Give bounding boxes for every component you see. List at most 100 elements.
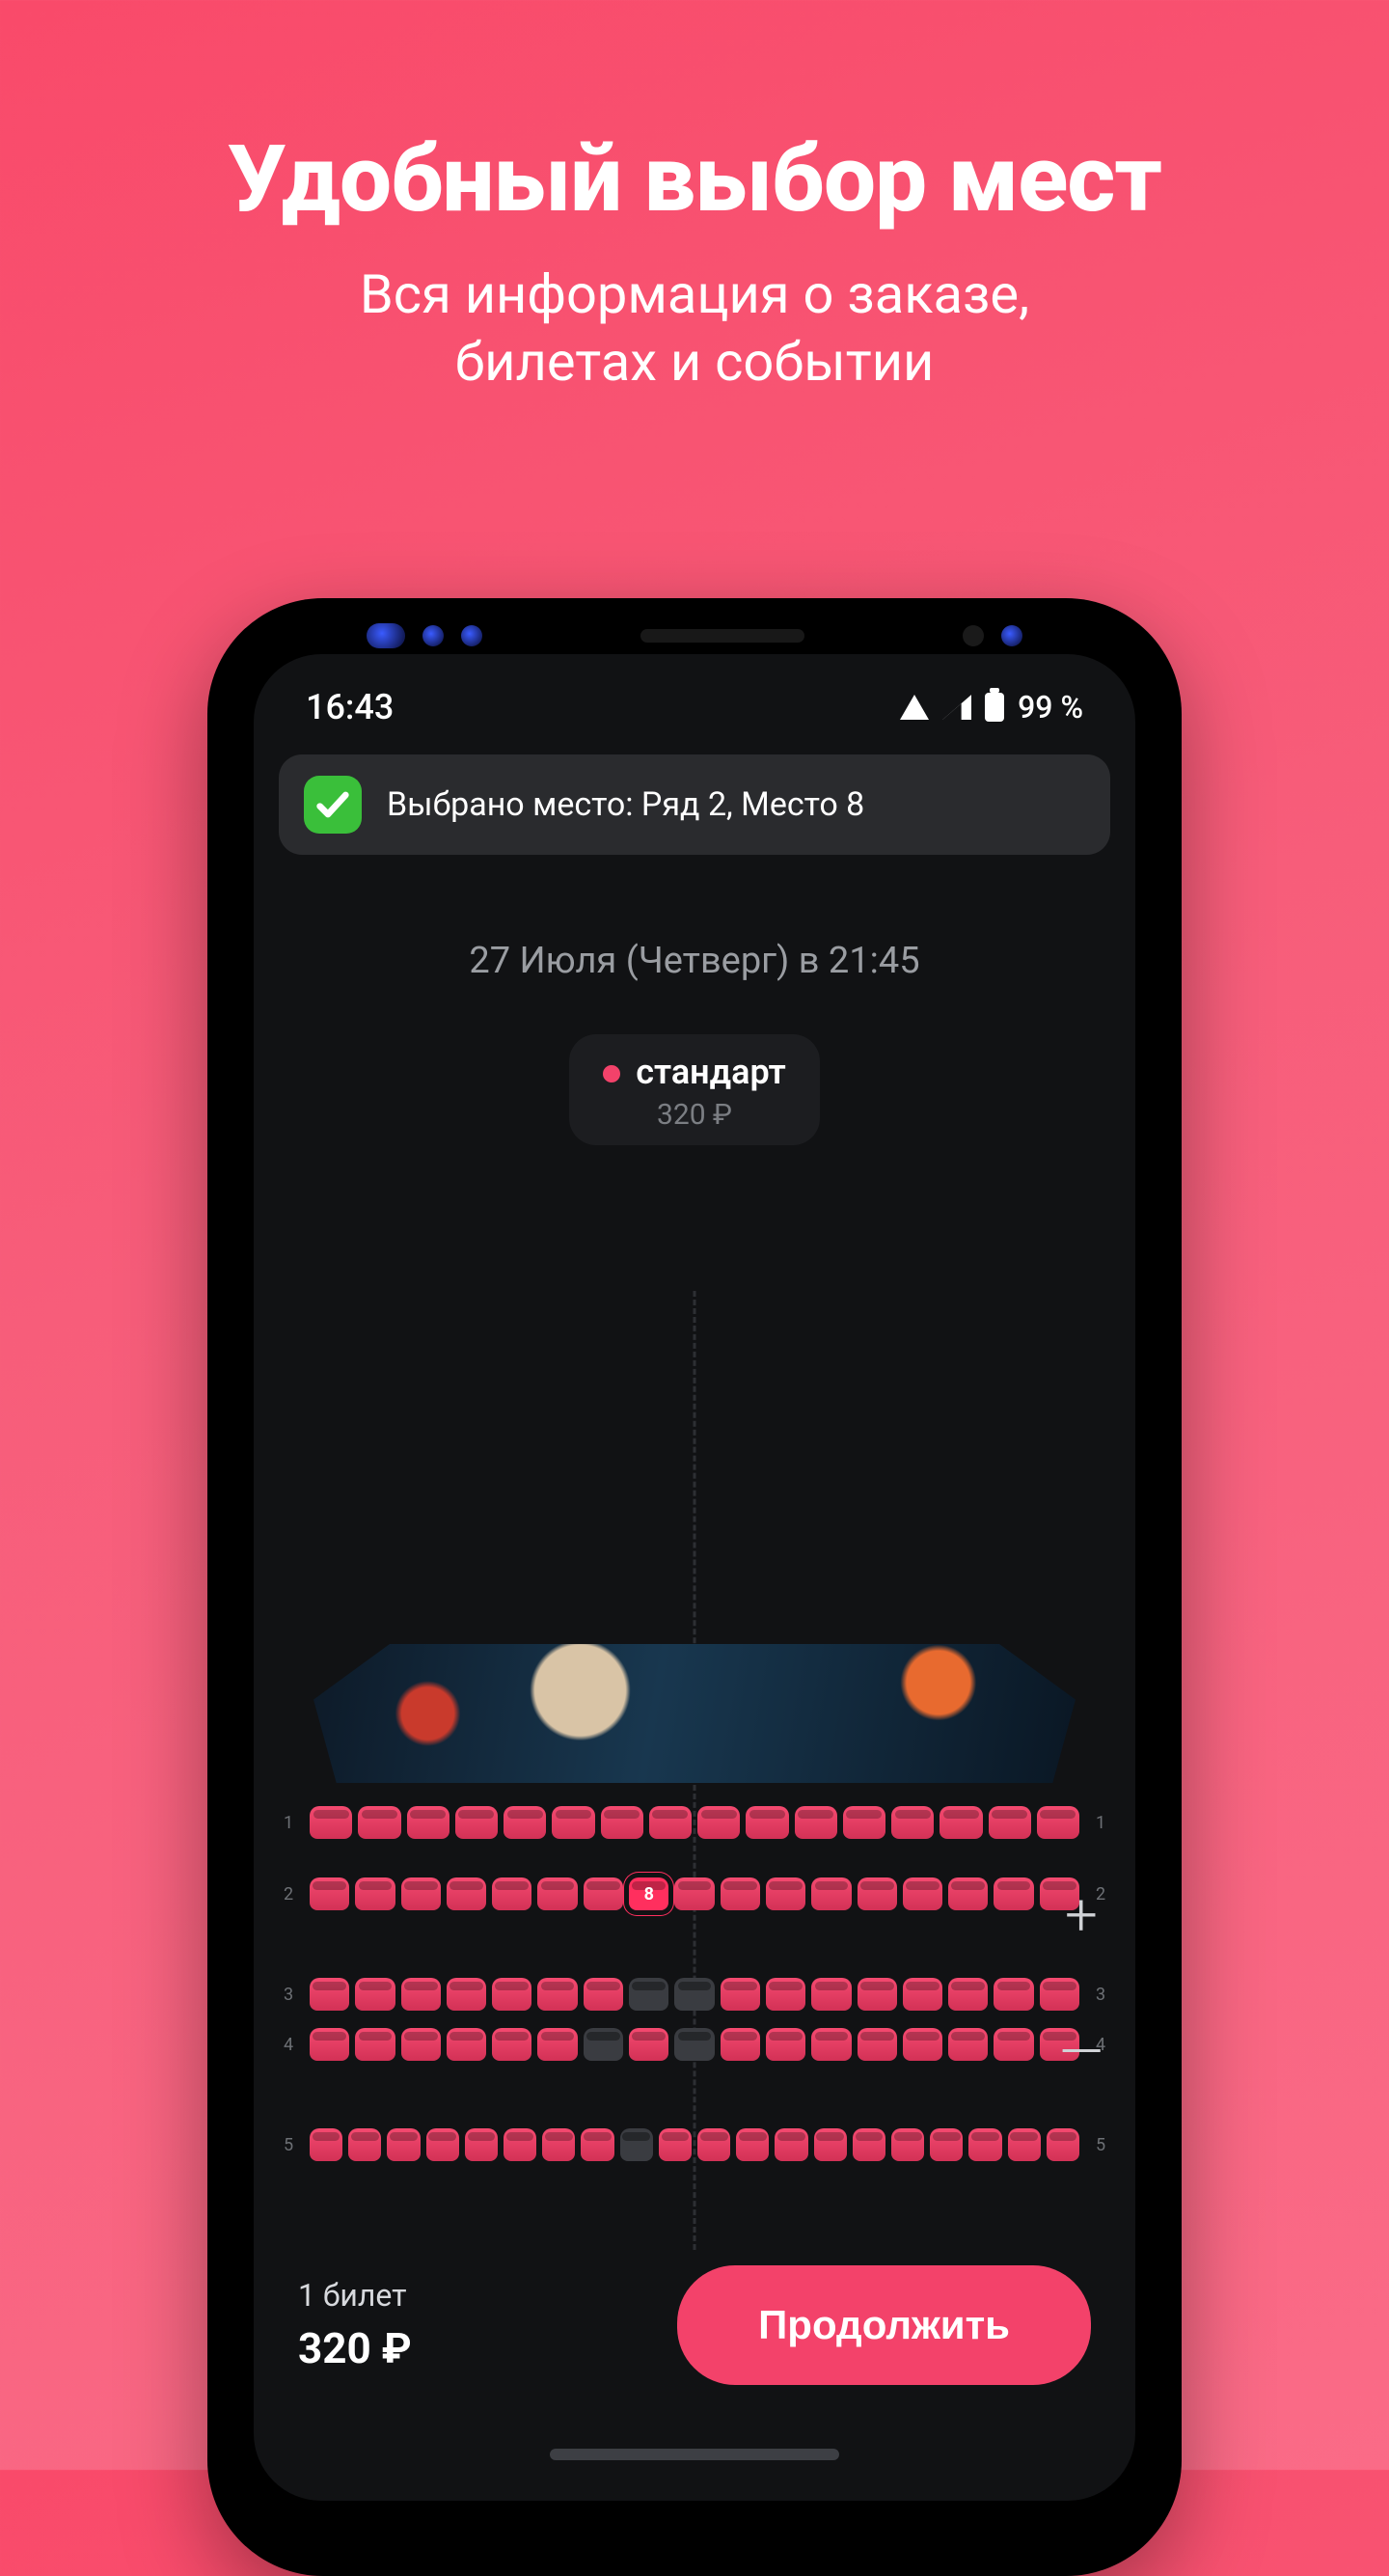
- seat-group: [310, 2028, 1079, 2061]
- seat-available[interactable]: [994, 1978, 1033, 2011]
- app-screen: 16:43 99 % Выбрано место: Ряд 2, Место 8…: [254, 654, 1135, 2501]
- seat-available[interactable]: [674, 1877, 714, 1910]
- seat-available[interactable]: [858, 2028, 897, 2061]
- continue-button[interactable]: Продолжить: [677, 2265, 1091, 2385]
- seat-available[interactable]: [903, 1877, 942, 1910]
- seat-available[interactable]: [1037, 1806, 1079, 1839]
- seat-available[interactable]: [355, 1877, 395, 1910]
- seat-available[interactable]: [994, 2028, 1033, 2061]
- seat-available[interactable]: [843, 1806, 885, 1839]
- phone-frame: 16:43 99 % Выбрано место: Ряд 2, Место 8…: [207, 598, 1182, 2576]
- seat-available[interactable]: [811, 2028, 851, 2061]
- seat-available[interactable]: [853, 2128, 885, 2161]
- tariff-price: 320 ₽: [657, 1098, 732, 1132]
- seat-available[interactable]: [814, 2128, 847, 2161]
- seat-available[interactable]: [721, 1978, 760, 2011]
- seat-available[interactable]: [552, 1806, 594, 1839]
- seat-available[interactable]: [948, 2028, 988, 2061]
- seat-available[interactable]: [736, 2128, 769, 2161]
- seat-available[interactable]: [465, 2128, 498, 2161]
- seat-available[interactable]: [581, 2128, 613, 2161]
- seat-selected[interactable]: 8: [629, 1877, 668, 1910]
- seat-available[interactable]: [310, 2128, 342, 2161]
- status-icons: 99 %: [900, 689, 1083, 726]
- seat-available[interactable]: [355, 1978, 395, 2011]
- tariff-chip[interactable]: стандарт 320 ₽: [569, 1034, 820, 1145]
- seat-available[interactable]: [426, 2128, 459, 2161]
- seat-available[interactable]: [407, 1806, 449, 1839]
- seat-available[interactable]: [348, 2128, 381, 2161]
- seat-available[interactable]: [940, 1806, 982, 1839]
- seat-available[interactable]: [766, 2028, 805, 2061]
- seat-row: 33: [279, 1978, 1110, 2011]
- seat-available[interactable]: [455, 1806, 498, 1839]
- seat-available[interactable]: [584, 1877, 623, 1910]
- cinema-hall[interactable]: 11282334455: [279, 1629, 1110, 2179]
- tariff-dot-icon: [603, 1065, 620, 1082]
- seat-available[interactable]: [1008, 2128, 1041, 2161]
- status-bar: 16:43 99 %: [254, 654, 1135, 737]
- seat-available[interactable]: [903, 2028, 942, 2061]
- seat-available[interactable]: [766, 1877, 805, 1910]
- seat-available[interactable]: [775, 2128, 807, 2161]
- seat-available[interactable]: [601, 1806, 643, 1839]
- seat-available[interactable]: [492, 1978, 531, 2011]
- seat-available[interactable]: [492, 1877, 531, 1910]
- seat-available[interactable]: [310, 2028, 349, 2061]
- seat-available[interactable]: [542, 2128, 575, 2161]
- check-icon: [304, 776, 362, 834]
- seat-taken: [629, 1978, 668, 2011]
- phone-sensor-bar: [367, 625, 1022, 646]
- seat-available[interactable]: [721, 2028, 760, 2061]
- seat-available[interactable]: [659, 2128, 692, 2161]
- seat-available[interactable]: [387, 2128, 420, 2161]
- seat-available[interactable]: [968, 2128, 1001, 2161]
- seat-available[interactable]: [948, 1978, 988, 2011]
- seat-available[interactable]: [355, 2028, 395, 2061]
- seat-available[interactable]: [447, 1877, 486, 1910]
- seat-available[interactable]: [537, 1978, 577, 2011]
- seat-available[interactable]: [891, 2128, 924, 2161]
- seat-available[interactable]: [447, 1978, 486, 2011]
- row-number: 5: [279, 2135, 298, 2155]
- seat-available[interactable]: [504, 2128, 536, 2161]
- seat-available[interactable]: [401, 2028, 441, 2061]
- seat-available[interactable]: [766, 1978, 805, 2011]
- seat-available[interactable]: [584, 1978, 623, 2011]
- seat-available[interactable]: [903, 1978, 942, 2011]
- toast-text: Выбрано место: Ряд 2, Место 8: [387, 785, 864, 824]
- zoom-out-button[interactable]: —: [1047, 2016, 1116, 2086]
- seat-available[interactable]: [310, 1978, 349, 2011]
- zoom-in-button[interactable]: +: [1047, 1879, 1116, 1949]
- seat-available[interactable]: [811, 1978, 851, 2011]
- row-number: 3: [279, 1985, 298, 2005]
- seat-available[interactable]: [504, 1806, 546, 1839]
- seat-available[interactable]: [697, 2128, 730, 2161]
- seat-available[interactable]: [989, 1806, 1031, 1839]
- seat-available[interactable]: [858, 1877, 897, 1910]
- seat-available[interactable]: [811, 1877, 851, 1910]
- seat-available[interactable]: [537, 2028, 577, 2061]
- seat-available[interactable]: [492, 2028, 531, 2061]
- seat-available[interactable]: [401, 1877, 441, 1910]
- seat-available[interactable]: [310, 1877, 349, 1910]
- seat-available[interactable]: [795, 1806, 837, 1839]
- seat-available[interactable]: [930, 2128, 963, 2161]
- seat-available[interactable]: [629, 2028, 668, 2061]
- seat-available[interactable]: [310, 1806, 352, 1839]
- seat-available[interactable]: [948, 1877, 988, 1910]
- seat-available[interactable]: [891, 1806, 934, 1839]
- seat-available[interactable]: [401, 1978, 441, 2011]
- seat-available[interactable]: [994, 1877, 1033, 1910]
- seat-available[interactable]: [447, 2028, 486, 2061]
- seat-row: 44: [279, 2028, 1110, 2061]
- seat-available[interactable]: [746, 1806, 788, 1839]
- seat-available[interactable]: [649, 1806, 692, 1839]
- seat-available[interactable]: [537, 1877, 577, 1910]
- wifi-icon: [900, 695, 929, 720]
- seat-available[interactable]: [1047, 2128, 1079, 2161]
- seat-available[interactable]: [358, 1806, 400, 1839]
- seat-available[interactable]: [697, 1806, 740, 1839]
- seat-available[interactable]: [721, 1877, 760, 1910]
- seat-available[interactable]: [858, 1978, 897, 2011]
